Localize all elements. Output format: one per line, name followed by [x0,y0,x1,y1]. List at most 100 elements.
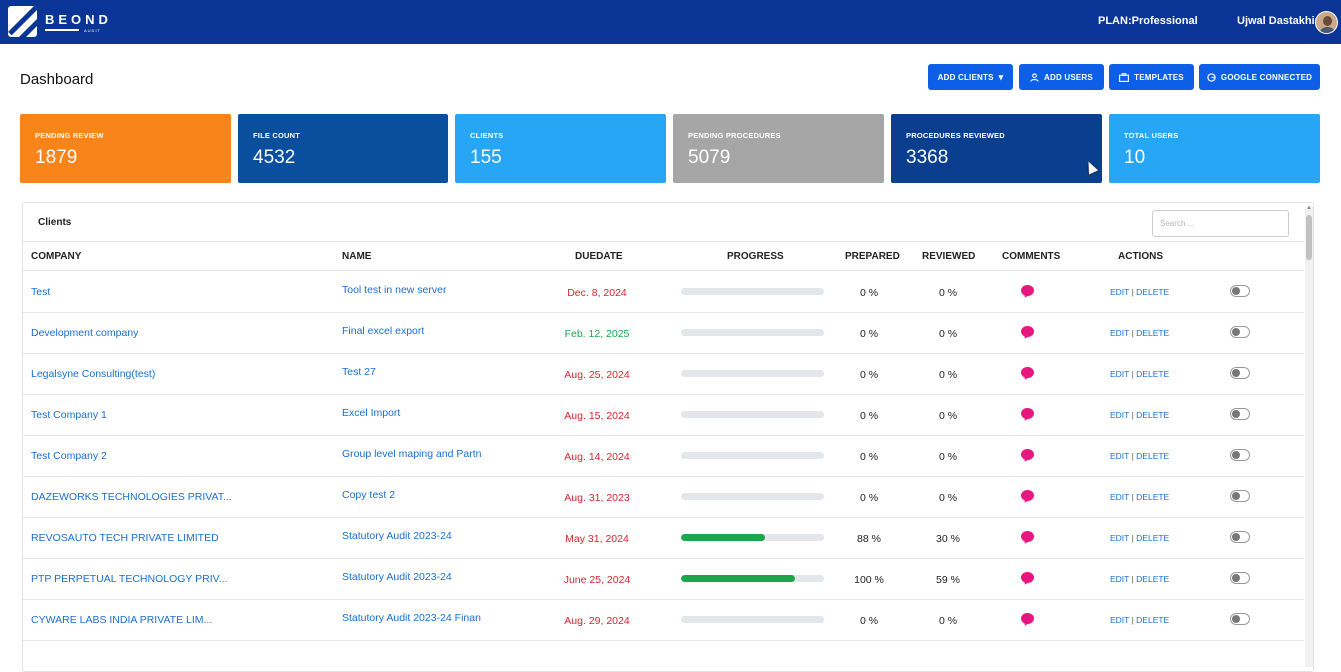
stat-card-procedures-reviewed[interactable]: PROCEDURES REVIEWED 3368 [891,114,1102,183]
reviewed-percent: 0 % [938,328,958,340]
edit-link[interactable]: EDIT [1110,615,1129,625]
edit-link[interactable]: EDIT [1110,492,1129,502]
table-row: DAZEWORKS TECHNOLOGIES PRIVAT... Copy tes… [23,477,1304,518]
row-toggle-switch[interactable] [1230,408,1250,420]
engagement-name-link[interactable]: Tool test in new server [342,284,446,296]
edit-link[interactable]: EDIT [1110,410,1129,420]
comment-icon[interactable] [1021,613,1034,624]
company-link[interactable]: REVOSAUTO TECH PRIVATE LIMITED [31,532,219,544]
comment-icon[interactable] [1021,408,1034,419]
column-header-company[interactable]: COMPANY [31,251,81,262]
user-avatar[interactable] [1315,11,1338,34]
company-link[interactable]: DAZEWORKS TECHNOLOGIES PRIVAT... [31,491,232,503]
add-clients-button[interactable]: ADD CLIENTS ▾ [928,64,1013,90]
reviewed-percent: 0 % [938,369,958,381]
user-icon [1030,72,1039,82]
beond-logo-icon[interactable] [8,6,37,37]
company-link[interactable]: CYWARE LABS INDIA PRIVATE LIM... [31,614,212,626]
engagement-name-link[interactable]: Final excel export [342,325,424,337]
delete-link[interactable]: DELETE [1136,615,1169,625]
comment-icon[interactable] [1021,285,1034,296]
company-link[interactable]: Test Company 1 [31,409,107,421]
clients-panel-title: Clients [38,217,72,228]
table-row: Test Company 2 Group level maping and Par… [23,436,1304,477]
prepared-percent: 0 % [859,410,879,422]
top-navbar: BEOND AUDIT PLAN:Professional Ujwal Dast… [0,0,1341,44]
row-toggle-switch[interactable] [1230,367,1250,379]
delete-link[interactable]: DELETE [1136,492,1169,502]
stat-card-total-users[interactable]: TOTAL USERS 10 [1109,114,1320,183]
edit-link[interactable]: EDIT [1110,369,1129,379]
column-header-progress[interactable]: PROGRESS [727,251,784,262]
progress-bar [681,288,824,295]
row-actions: EDIT | DELETE [1110,574,1169,584]
comment-icon[interactable] [1021,490,1034,501]
delete-link[interactable]: DELETE [1136,410,1169,420]
delete-link[interactable]: DELETE [1136,574,1169,584]
column-header-duedate[interactable]: DUEDATE [575,251,623,262]
prepared-percent: 0 % [859,328,879,340]
edit-link[interactable]: EDIT [1110,287,1129,297]
row-toggle-switch[interactable] [1230,572,1250,584]
row-actions: EDIT | DELETE [1110,492,1169,502]
search-input[interactable] [1152,210,1289,237]
column-header-actions[interactable]: ACTIONS [1118,251,1163,262]
company-link[interactable]: Test Company 2 [31,450,107,462]
engagement-name-link[interactable]: Test 27 [342,366,376,378]
stat-card-file-count[interactable]: FILE COUNT 4532 [238,114,448,183]
column-header-reviewed[interactable]: REVIEWED [922,251,975,262]
brand-name[interactable]: BEOND [45,12,112,27]
delete-link[interactable]: DELETE [1136,451,1169,461]
comment-icon[interactable] [1021,449,1034,460]
delete-link[interactable]: DELETE [1136,287,1169,297]
engagement-name-link[interactable]: Copy test 2 [342,489,395,501]
row-toggle-switch[interactable] [1230,285,1250,297]
column-header-name[interactable]: NAME [342,251,371,262]
comment-icon[interactable] [1021,367,1034,378]
stat-value: 5079 [688,147,731,168]
stat-card-clients[interactable]: CLIENTS 155 [455,114,666,183]
edit-link[interactable]: EDIT [1110,574,1129,584]
stat-card-pending-review[interactable]: PENDING REVIEW 1879 [20,114,231,183]
progress-bar [681,534,824,541]
company-link[interactable]: Legalsyne Consulting(test) [31,368,155,380]
column-header-comments[interactable]: COMMENTS [1002,251,1060,262]
row-toggle-switch[interactable] [1230,613,1250,625]
scrollbar-thumb[interactable] [1306,215,1312,260]
stat-card-pending-procedures[interactable]: PENDING PROCEDURES 5079 [673,114,884,183]
engagement-name-link[interactable]: Excel Import [342,407,400,419]
comment-icon[interactable] [1021,326,1034,337]
add-users-button[interactable]: ADD USERS [1019,64,1104,90]
progress-bar [681,370,824,377]
company-link[interactable]: PTP PERPETUAL TECHNOLOGY PRIV... [31,573,227,585]
scroll-up-icon[interactable]: ▲ [1306,205,1312,211]
comment-icon[interactable] [1021,572,1034,583]
delete-link[interactable]: DELETE [1136,533,1169,543]
company-link[interactable]: Development company [31,327,138,339]
delete-link[interactable]: DELETE [1136,328,1169,338]
row-toggle-switch[interactable] [1230,490,1250,502]
engagement-name-link[interactable]: Statutory Audit 2023-24 [342,530,452,542]
reviewed-percent: 59 % [936,574,960,586]
row-toggle-switch[interactable] [1230,531,1250,543]
edit-link[interactable]: EDIT [1110,328,1129,338]
edit-link[interactable]: EDIT [1110,451,1129,461]
delete-link[interactable]: DELETE [1136,369,1169,379]
engagement-name-link[interactable]: Group level maping and Partn [342,448,482,460]
google-connected-button[interactable]: GOOGLE CONNECTED [1199,64,1320,90]
templates-button[interactable]: TEMPLATES [1109,64,1194,90]
row-toggle-switch[interactable] [1230,326,1250,338]
engagement-name-link[interactable]: Statutory Audit 2023-24 Finan [342,612,481,624]
prepared-percent: 100 % [854,574,884,586]
row-actions: EDIT | DELETE [1110,451,1169,461]
edit-link[interactable]: EDIT [1110,533,1129,543]
column-header-prepared[interactable]: PREPARED [845,251,900,262]
google-icon [1207,72,1216,82]
comment-icon[interactable] [1021,531,1034,542]
user-name[interactable]: Ujwal Dastakhir [1237,15,1319,27]
engagement-name-link[interactable]: Statutory Audit 2023-24 [342,571,452,583]
company-link[interactable]: Test [31,286,50,298]
row-toggle-switch[interactable] [1230,449,1250,461]
table-scrollbar[interactable]: ▲ [1305,205,1313,667]
prepared-percent: 0 % [859,369,879,381]
